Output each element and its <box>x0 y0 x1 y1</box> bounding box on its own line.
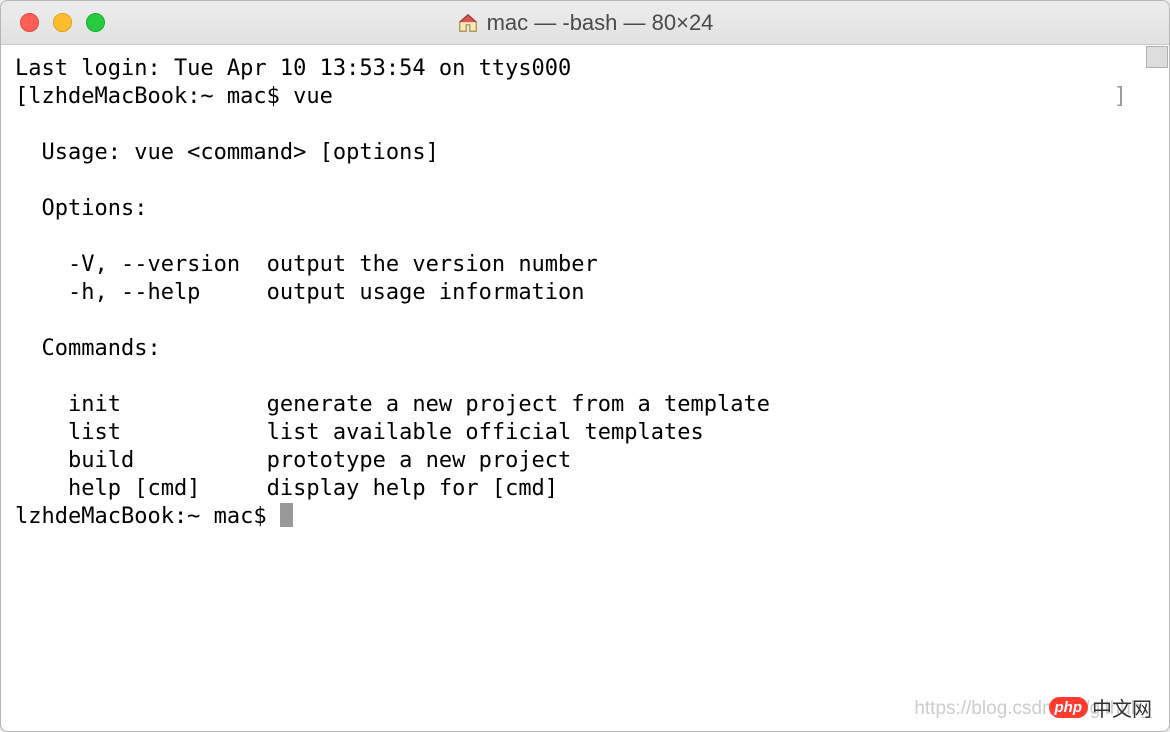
blank-line <box>15 111 1155 139</box>
terminal-body[interactable]: Last login: Tue Apr 10 13:53:54 on ttys0… <box>1 45 1169 731</box>
blank-line <box>15 307 1155 335</box>
prompt-line-2: lzhdeMacBook:~ mac$ <box>15 503 1155 531</box>
commands-header: Commands: <box>15 335 1155 363</box>
command-line: build prototype a new project <box>15 447 1155 475</box>
traffic-lights <box>1 13 105 32</box>
watermark-logo: php 中文网 <box>1049 693 1153 722</box>
option-line: -V, --version output the version number <box>15 251 1155 279</box>
prompt-body: lzhdeMacBook:~ mac$ vue <box>28 83 333 111</box>
blank-line <box>15 363 1155 391</box>
titlebar[interactable]: mac — -bash — 80×24 <box>1 1 1169 45</box>
prompt-line-1: [lzhdeMacBook:~ mac$ vue] <box>15 83 1155 111</box>
window-title-section: mac — -bash — 80×24 <box>457 10 714 36</box>
usage-line: Usage: vue <command> [options] <box>15 139 1155 167</box>
option-line: -h, --help output usage information <box>15 279 1155 307</box>
prompt-open-bracket: [ <box>15 83 28 111</box>
last-login-line: Last login: Tue Apr 10 13:53:54 on ttys0… <box>15 55 1155 83</box>
command-line: help [cmd] display help for [cmd] <box>15 475 1155 503</box>
scrollbar[interactable] <box>1145 44 1170 732</box>
prompt-text: lzhdeMacBook:~ mac$ <box>15 504 280 529</box>
command-line: init generate a new project from a templ… <box>15 391 1155 419</box>
maximize-button[interactable] <box>86 13 105 32</box>
minimize-button[interactable] <box>53 13 72 32</box>
blank-line <box>15 167 1155 195</box>
window-title: mac — -bash — 80×24 <box>487 10 714 36</box>
command-line: list list available official templates <box>15 419 1155 447</box>
home-icon <box>457 12 479 34</box>
close-button[interactable] <box>20 13 39 32</box>
blank-line <box>15 223 1155 251</box>
logo-text: 中文网 <box>1092 693 1152 722</box>
php-badge: php <box>1049 697 1089 718</box>
scroll-indicator-icon <box>1146 46 1168 68</box>
options-header: Options: <box>15 195 1155 223</box>
terminal-window: mac — -bash — 80×24 Last login: Tue Apr … <box>0 0 1170 732</box>
cursor-icon <box>280 503 293 527</box>
